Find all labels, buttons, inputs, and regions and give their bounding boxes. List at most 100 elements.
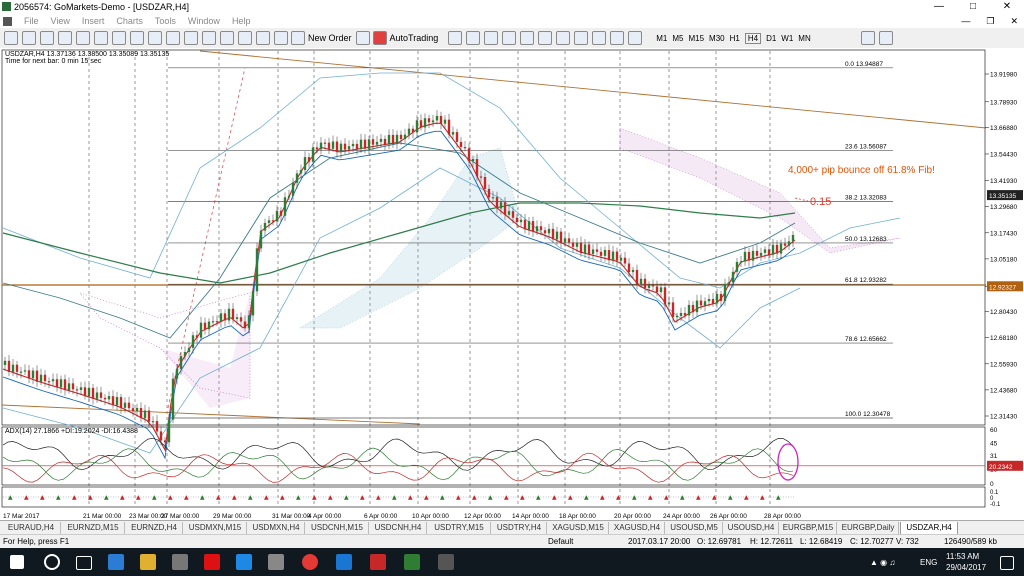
start-windows-icon[interactable] [10, 555, 24, 569]
tab-euraud-h4[interactable]: EURAUD,H4 [2, 522, 61, 534]
kaspersky-icon[interactable] [204, 554, 220, 570]
vertical-line-icon[interactable] [484, 31, 499, 45]
trendline-icon[interactable] [520, 31, 535, 45]
tab-usdmxn-h4[interactable]: USDMXN,H4 [248, 522, 305, 534]
clock-date[interactable]: 29/04/2017 [946, 563, 986, 572]
tf-m15[interactable]: M15 [688, 34, 704, 43]
search-icon[interactable] [860, 31, 875, 45]
tf-mn[interactable]: MN [798, 34, 810, 43]
annotation-value[interactable]: 0.15 [810, 196, 831, 208]
tab-usdcnh-m15[interactable]: USDCNH,M15 [306, 522, 369, 534]
tab-xagusd-h4[interactable]: XAGUSD,H4 [610, 522, 665, 534]
app-icon-6[interactable] [268, 554, 284, 570]
periods-icon[interactable] [202, 31, 216, 45]
task-view-icon[interactable] [76, 556, 92, 570]
language-indicator[interactable]: ENG [920, 558, 937, 567]
indicators-icon[interactable] [184, 31, 198, 45]
menu-insert[interactable]: Insert [82, 16, 105, 26]
tab-usdtry-h4[interactable]: USDTRY,H4 [492, 522, 547, 534]
data-window-icon[interactable] [58, 31, 72, 45]
new-order-button[interactable]: New Order [291, 31, 352, 45]
mdi-close-button[interactable]: ✕ [1010, 14, 1018, 28]
mdi-minimize-button[interactable]: — [961, 14, 970, 28]
crosshair-tool-icon[interactable] [466, 31, 481, 45]
edge-icon[interactable] [108, 554, 124, 570]
tab-usdmxn-m15[interactable]: USDMXN,M15 [184, 522, 247, 534]
tray-icons[interactable]: ▲ ◉ ♫ [870, 558, 895, 567]
mdi-restore-button[interactable]: ❐ [986, 14, 994, 28]
candle-bull [379, 138, 383, 142]
arrows-icon[interactable] [628, 31, 643, 45]
market-watch-icon[interactable] [40, 31, 54, 45]
shapes-icon[interactable] [610, 31, 625, 45]
tf-m1[interactable]: M1 [656, 34, 667, 43]
candle-bull [303, 157, 307, 171]
price-tick-label: 13.78930 [990, 99, 1017, 106]
annotation-text[interactable]: 4,000+ pip bounce off 61.8% Fib! [788, 165, 935, 176]
profiles-icon[interactable] [22, 31, 36, 45]
tf-m30[interactable]: M30 [709, 34, 725, 43]
tab-eurnzd-h4[interactable]: EURNZD,H4 [126, 522, 183, 534]
word-icon[interactable] [336, 554, 352, 570]
calculator-icon[interactable] [172, 554, 188, 570]
fibonacci-icon[interactable] [556, 31, 571, 45]
text-icon[interactable] [574, 31, 589, 45]
store-icon[interactable] [236, 554, 252, 570]
channel-icon[interactable] [538, 31, 553, 45]
price-chart[interactable]: 0.0 13.94887 23.6 13.56087 38.2 13.32083 50… [0, 48, 1024, 520]
chart-window[interactable]: 0.0 13.94887 23.6 13.56087 38.2 13.32083 50… [0, 48, 1024, 520]
menu-charts[interactable]: Charts [116, 16, 143, 26]
horizontal-line-icon[interactable] [502, 31, 517, 45]
candle-bear [75, 389, 79, 391]
templates-icon[interactable] [220, 31, 234, 45]
navigator-icon[interactable] [76, 31, 90, 45]
zoom-out-icon[interactable] [130, 31, 144, 45]
tab-eurgbp-daily[interactable]: EURGBP,Daily [838, 522, 899, 534]
menu-tools[interactable]: Tools [155, 16, 176, 26]
menu-window[interactable]: Window [188, 16, 220, 26]
candle-bear [767, 249, 771, 255]
tf-w1[interactable]: W1 [781, 34, 793, 43]
tf-m5[interactable]: M5 [672, 34, 683, 43]
candle-bear [99, 392, 103, 398]
crosshair-icon[interactable] [238, 31, 252, 45]
chrome-icon[interactable] [302, 554, 318, 570]
terminal-icon[interactable] [94, 31, 108, 45]
close-button[interactable]: ✕ [990, 0, 1024, 14]
history-icon[interactable] [256, 31, 270, 45]
maximize-button[interactable]: □ [956, 0, 990, 14]
tab-eurnzd-m15[interactable]: EURNZD,M15 [62, 522, 125, 534]
label-icon[interactable] [592, 31, 607, 45]
tab-eurgbp-m15[interactable]: EURGBP,M15 [780, 522, 837, 534]
tile-windows-icon[interactable] [148, 31, 162, 45]
search-cortana-icon[interactable] [44, 554, 60, 570]
menu-help[interactable]: Help [232, 16, 251, 26]
autotrading-button[interactable]: AutoTrading [372, 31, 438, 45]
chat-icon[interactable] [878, 31, 893, 45]
scroll-icon[interactable] [166, 31, 180, 45]
tab-usousd-m5[interactable]: USOUSD,M5 [666, 522, 723, 534]
notifications-icon[interactable] [1000, 556, 1014, 570]
file-explorer-icon[interactable] [140, 554, 156, 570]
clock-time[interactable]: 11:53 AM [946, 552, 979, 561]
tf-d1[interactable]: D1 [766, 34, 776, 43]
zoom-in-icon[interactable] [112, 31, 126, 45]
tf-h1[interactable]: H1 [730, 34, 740, 43]
menu-file[interactable]: File [24, 16, 39, 26]
candle-bear [243, 321, 247, 329]
candle-bull [723, 283, 727, 301]
minimize-button[interactable]: — [922, 0, 956, 14]
tf-h4[interactable]: H4 [744, 32, 762, 44]
tab-usdcnh-h4[interactable]: USDCNH,H4 [370, 522, 427, 534]
options-icon[interactable] [274, 31, 288, 45]
tab-usdtry-m15[interactable]: USDTRY,M15 [428, 522, 491, 534]
metatrader-icon[interactable] [404, 554, 420, 570]
app-icon-11[interactable] [438, 554, 454, 570]
app-icon-9[interactable] [370, 554, 386, 570]
metaeditor-icon[interactable] [355, 31, 370, 45]
tab-xagusd-m15[interactable]: XAGUSD,M15 [548, 522, 609, 534]
new-chart-icon[interactable] [4, 31, 18, 45]
tab-usousd-h4[interactable]: USOUSD,H4 [724, 522, 779, 534]
menu-view[interactable]: View [51, 16, 70, 26]
cursor-icon[interactable] [448, 31, 463, 45]
